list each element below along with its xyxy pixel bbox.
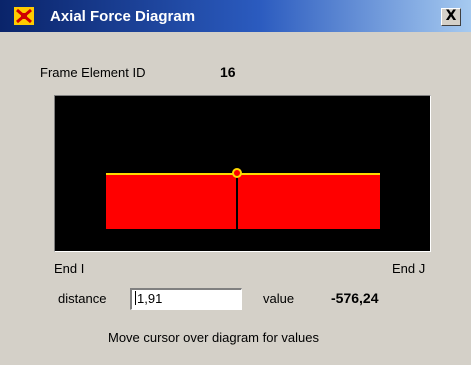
frame-element-id: 16 <box>220 64 236 80</box>
distance-value: 1,91 <box>137 291 163 306</box>
frame-element-label: Frame Element ID <box>40 65 146 80</box>
force-area <box>106 173 380 229</box>
value-label: value <box>263 291 295 306</box>
end-i-label: End I <box>54 261 85 276</box>
app-icon <box>14 7 34 25</box>
hint-text: Move cursor over diagram for values <box>108 330 319 345</box>
window-title: Axial Force Diagram <box>50 8 196 25</box>
axial-force-dialog: Axial Force Diagram X Frame Element ID 1… <box>0 0 471 365</box>
distance-label: distance <box>58 291 107 306</box>
force-outline <box>106 173 380 175</box>
distance-field[interactable]: 1,91 <box>130 288 242 310</box>
cursor-line <box>236 173 238 229</box>
axial-force-diagram[interactable] <box>54 95 431 252</box>
end-j-label: End J <box>392 261 426 276</box>
close-button[interactable]: X <box>441 8 461 26</box>
force-value: -576,24 <box>331 290 379 306</box>
text-caret <box>135 291 136 305</box>
cursor-marker <box>232 168 242 178</box>
close-icon: X <box>445 8 457 24</box>
title-bar[interactable]: Axial Force Diagram X <box>0 0 471 32</box>
